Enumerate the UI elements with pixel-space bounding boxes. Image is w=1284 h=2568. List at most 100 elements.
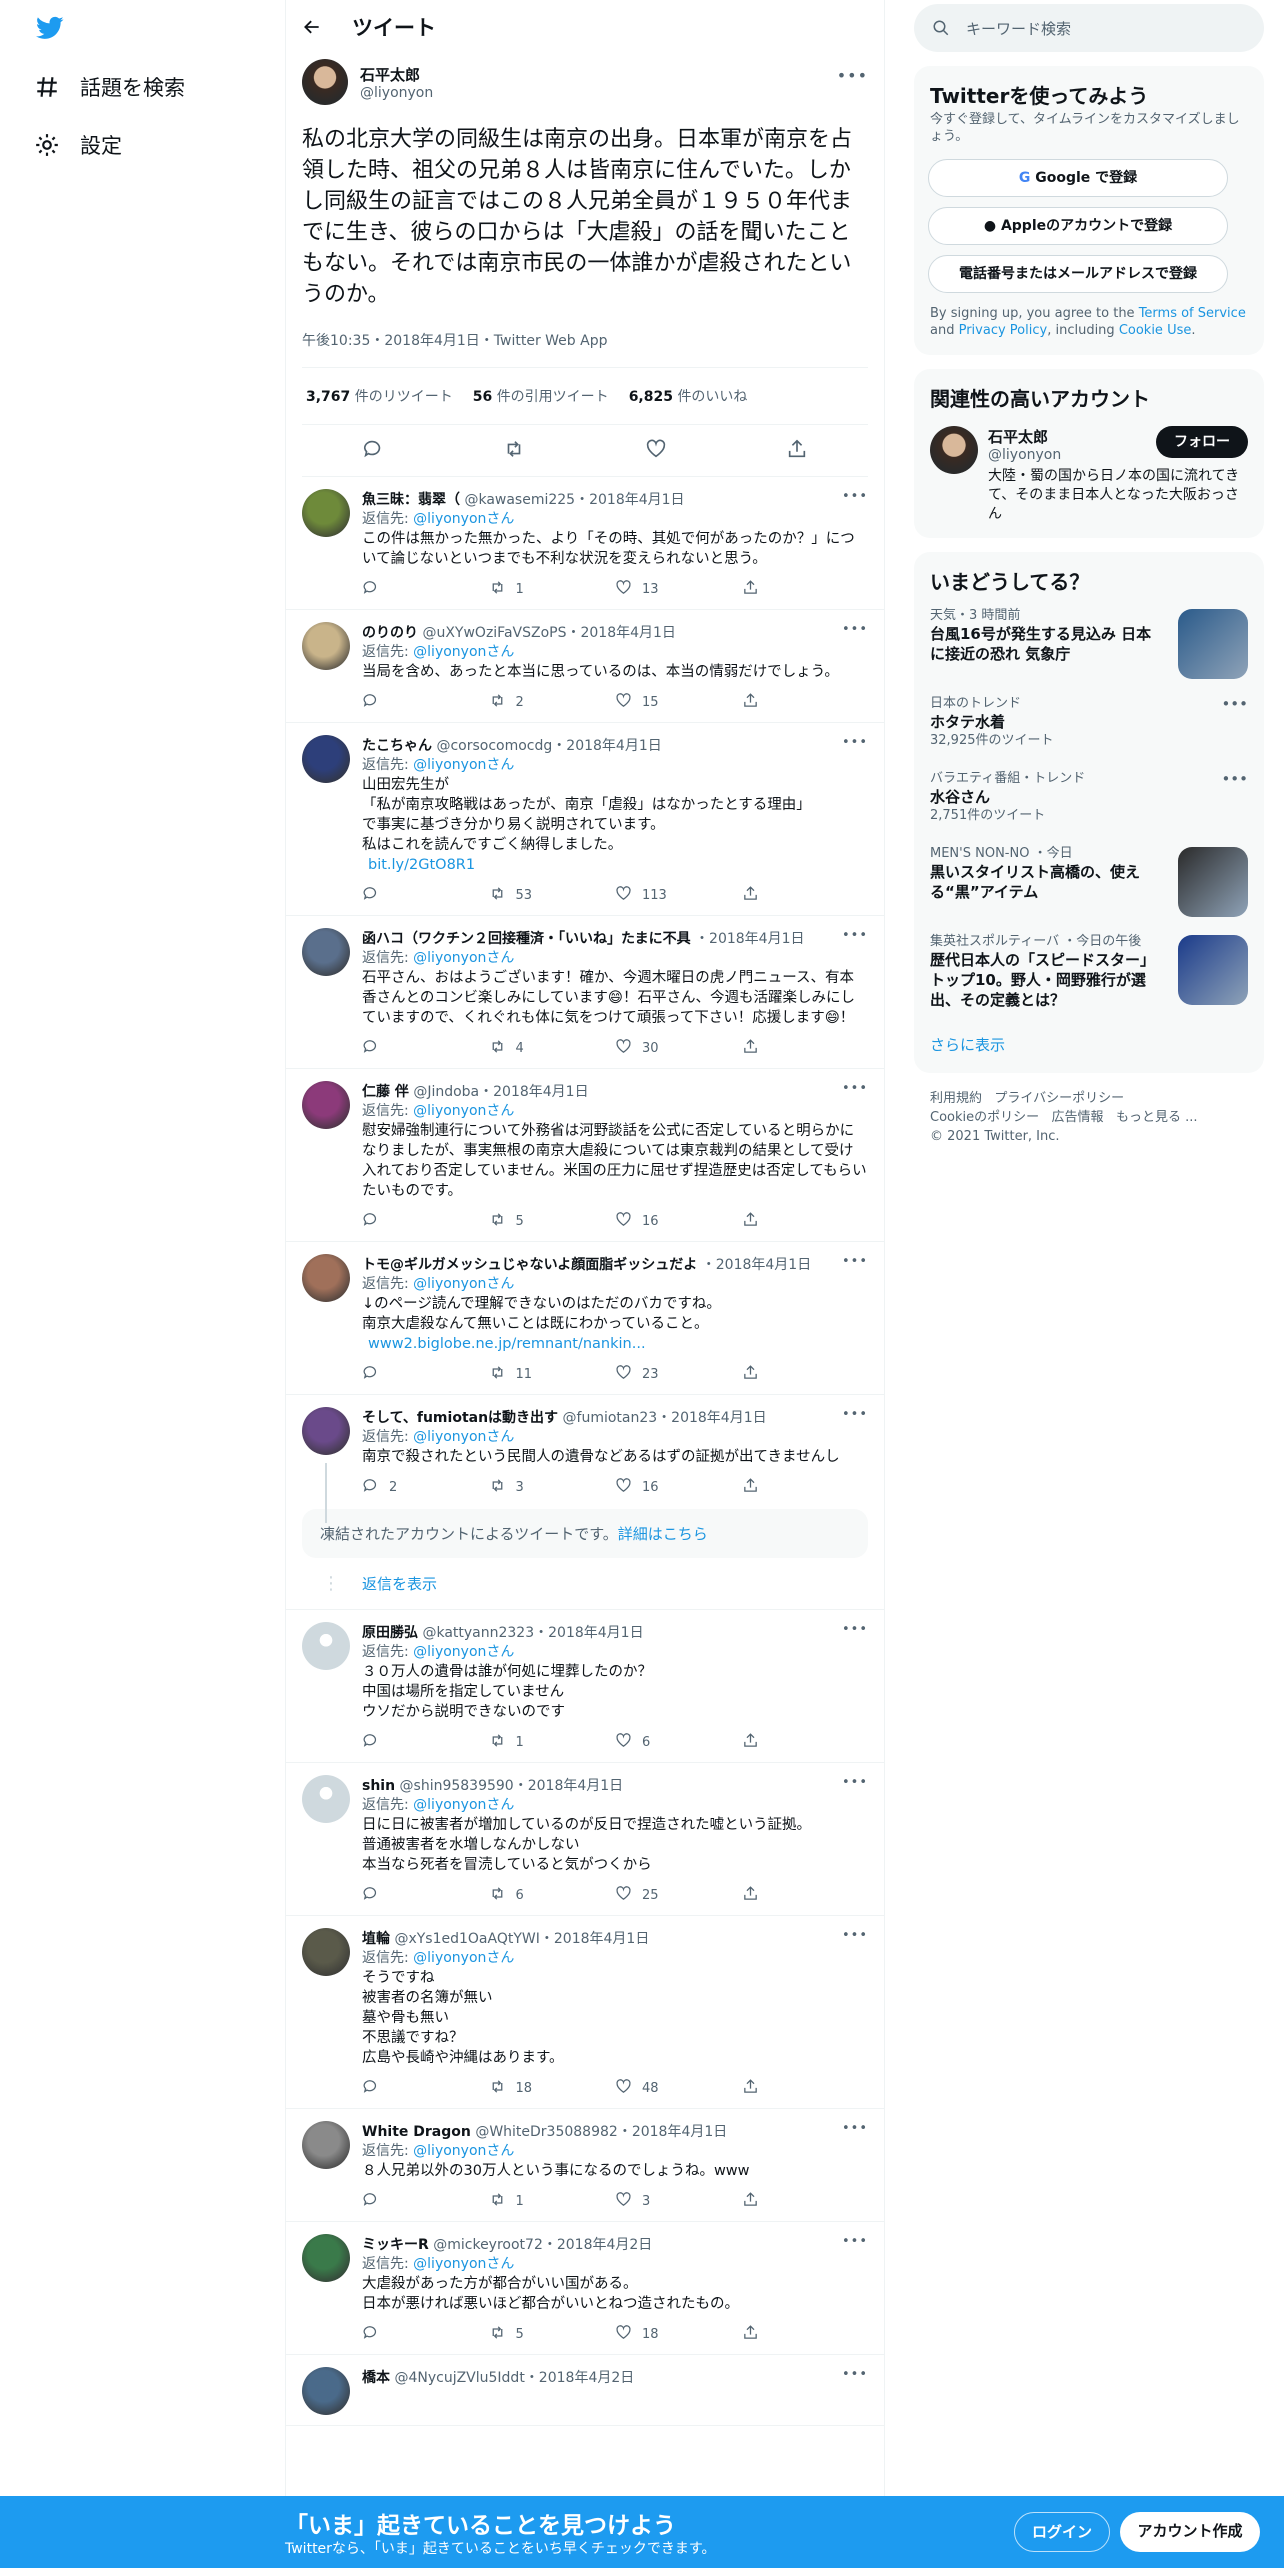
reply-button[interactable] bbox=[362, 579, 489, 600]
more-options-icon[interactable]: ••• bbox=[842, 2234, 868, 2249]
share-button[interactable] bbox=[742, 1885, 869, 1906]
reply-to-handle[interactable]: @liyonyonさん bbox=[413, 1797, 514, 1813]
reply-icon[interactable] bbox=[362, 438, 384, 464]
reply-button[interactable] bbox=[362, 1885, 489, 1906]
avatar[interactable] bbox=[302, 2121, 350, 2169]
more-options-icon[interactable]: ••• bbox=[1221, 770, 1248, 788]
reply-tweet[interactable]: 魚三昧：翡翠（ @kawasemi225・2018年4月1日 ••• 返信先: @l… bbox=[286, 477, 884, 610]
reply-date[interactable]: ・2018年4月1日 bbox=[618, 2124, 727, 2140]
like-icon[interactable] bbox=[645, 438, 667, 464]
reply-button[interactable] bbox=[362, 1211, 489, 1232]
reply-date[interactable]: ・2018年4月1日 bbox=[534, 1625, 643, 1641]
reply-author-handle[interactable]: @Jindoba bbox=[413, 1084, 479, 1100]
phone-signup-button[interactable]: 電話番号またはメールアドレスで登録 bbox=[928, 255, 1228, 293]
reply-author-name[interactable]: のりのり bbox=[362, 625, 418, 641]
more-options-icon[interactable]: ••• bbox=[842, 622, 868, 637]
like-count[interactable]: 6,825 件のいいね bbox=[629, 386, 748, 406]
reply-date[interactable]: ・2018年4月1日 bbox=[552, 738, 661, 754]
reply-author-handle[interactable]: @4NycujZVlu5Iddt bbox=[394, 2370, 524, 2386]
reply-button[interactable] bbox=[362, 2191, 489, 2212]
reply-to-handle[interactable]: @liyonyonさん bbox=[413, 2143, 514, 2159]
retweet-button[interactable]: 4 bbox=[489, 1038, 616, 1059]
retweet-button[interactable]: 11 bbox=[489, 1364, 616, 1385]
reply-button[interactable] bbox=[362, 885, 489, 906]
reply-button[interactable] bbox=[362, 1038, 489, 1059]
more-options-icon[interactable]: ••• bbox=[1221, 695, 1248, 713]
share-button[interactable] bbox=[742, 2191, 869, 2212]
avatar[interactable] bbox=[302, 1928, 350, 1976]
reply-date[interactable]: ・2018年4月1日 bbox=[514, 1778, 623, 1794]
share-button[interactable] bbox=[742, 579, 869, 600]
share-button[interactable] bbox=[742, 1732, 869, 1753]
reply-button[interactable] bbox=[362, 692, 489, 713]
like-button[interactable]: 6 bbox=[615, 1732, 742, 1753]
reply-link[interactable]: www2.biglobe.ne.jp/remnant/nankin... bbox=[368, 1334, 868, 1354]
footer-cookie-link[interactable]: Cookieのポリシー bbox=[930, 1110, 1039, 1125]
reply-author-name[interactable]: 仁藤 伴 bbox=[362, 1084, 409, 1100]
retweet-button[interactable]: 2 bbox=[489, 692, 616, 713]
reply-button[interactable] bbox=[362, 1364, 489, 1385]
more-options-icon[interactable]: ••• bbox=[842, 1928, 868, 1943]
avatar[interactable] bbox=[302, 1622, 350, 1670]
avatar[interactable] bbox=[302, 2367, 350, 2415]
reply-author-name[interactable]: White Dragon bbox=[362, 2124, 471, 2140]
more-options-icon[interactable]: ••• bbox=[842, 489, 868, 504]
like-button[interactable]: 16 bbox=[615, 1477, 742, 1498]
reply-date[interactable]: ・2018年4月1日 bbox=[479, 1084, 588, 1100]
follow-button[interactable]: フォロー bbox=[1156, 426, 1248, 458]
reply-date[interactable]: ・2018年4月1日 bbox=[575, 492, 684, 508]
reply-author-handle[interactable]: @fumiotan23 bbox=[563, 1410, 658, 1426]
reply-date[interactable]: ・2018年4月2日 bbox=[543, 2237, 652, 2253]
retweet-button[interactable]: 1 bbox=[489, 2191, 616, 2212]
avatar[interactable] bbox=[302, 1775, 350, 1823]
more-options-icon[interactable]: ••• bbox=[842, 1775, 868, 1790]
google-signup-button[interactable]: G Google で登録 bbox=[928, 159, 1228, 197]
like-button[interactable]: 15 bbox=[615, 692, 742, 713]
author-name[interactable]: 石平太郎 bbox=[360, 64, 433, 85]
avatar[interactable] bbox=[302, 735, 350, 783]
reply-to-handle[interactable]: @liyonyonさん bbox=[413, 757, 514, 773]
more-options-icon[interactable]: ••• bbox=[842, 1081, 868, 1096]
more-options-icon[interactable]: ••• bbox=[842, 1622, 868, 1637]
reply-tweet[interactable]: トモ@ギルガメッシュじゃないよ顔面脂ギッシュだよ ・2018年4月1日 ••• 返信… bbox=[286, 1242, 884, 1395]
reply-author-name[interactable]: shin bbox=[362, 1778, 395, 1794]
like-button[interactable]: 23 bbox=[615, 1364, 742, 1385]
like-button[interactable]: 113 bbox=[615, 885, 742, 906]
reply-to-handle[interactable]: @liyonyonさん bbox=[413, 1644, 514, 1660]
footer-tos-link[interactable]: 利用規約 bbox=[930, 1091, 982, 1106]
avatar[interactable] bbox=[302, 59, 348, 105]
more-options-icon[interactable]: ••• bbox=[842, 2121, 868, 2136]
reply-button[interactable] bbox=[362, 2324, 489, 2345]
reply-date[interactable]: ・2018年4月1日 bbox=[657, 1410, 766, 1426]
reply-to-handle[interactable]: @liyonyonさん bbox=[413, 1950, 514, 1966]
search-input[interactable]: キーワード検索 bbox=[914, 4, 1264, 52]
reply-link[interactable]: bit.ly/2GtO8R1 bbox=[368, 855, 868, 875]
avatar[interactable] bbox=[302, 489, 350, 537]
like-button[interactable]: 13 bbox=[615, 579, 742, 600]
privacy-link[interactable]: Privacy Policy bbox=[959, 323, 1048, 338]
like-button[interactable]: 25 bbox=[615, 1885, 742, 1906]
back-arrow-icon[interactable] bbox=[302, 17, 322, 37]
reply-date[interactable]: ・2018年4月1日 bbox=[695, 931, 804, 947]
reply-author-handle[interactable]: @xYs1ed1OaAQtYWI bbox=[394, 1931, 539, 1947]
reply-tweet[interactable]: White Dragon @WhiteDr35088982・2018年4月1日 •… bbox=[286, 2109, 884, 2222]
reply-author-name[interactable]: ミッキーR bbox=[362, 2237, 429, 2253]
share-button[interactable] bbox=[742, 1477, 869, 1498]
footer-privacy-link[interactable]: プライバシーポリシー bbox=[994, 1091, 1124, 1106]
retweet-button[interactable]: 1 bbox=[489, 579, 616, 600]
learn-more-link[interactable]: 詳細はこちら bbox=[618, 1525, 708, 1543]
retweet-icon[interactable] bbox=[503, 438, 525, 464]
reply-button[interactable] bbox=[362, 1732, 489, 1753]
reply-button[interactable]: 2 bbox=[362, 1477, 489, 1498]
more-options-icon[interactable]: ••• bbox=[842, 735, 868, 750]
quote-count[interactable]: 56 件の引用ツイート bbox=[473, 386, 609, 406]
share-button[interactable] bbox=[742, 1038, 869, 1059]
avatar[interactable] bbox=[302, 1254, 350, 1302]
reply-author-name[interactable]: 埴輪 bbox=[362, 1931, 390, 1947]
trend-item[interactable]: 集英社スポルティーバ ・今日の午後 歴代日本人の「スピードスター」トップ10。野人… bbox=[914, 923, 1264, 1020]
avatar[interactable] bbox=[302, 622, 350, 670]
more-options-icon[interactable]: ••• bbox=[842, 2367, 868, 2382]
reply-tweet[interactable]: 函ハコ（ワクチン２回接種済・「いいね」たまに不具 ・2018年4月1日 ••• 返信… bbox=[286, 916, 884, 1069]
share-button[interactable] bbox=[742, 2078, 869, 2099]
retweet-button[interactable]: 18 bbox=[489, 2078, 616, 2099]
